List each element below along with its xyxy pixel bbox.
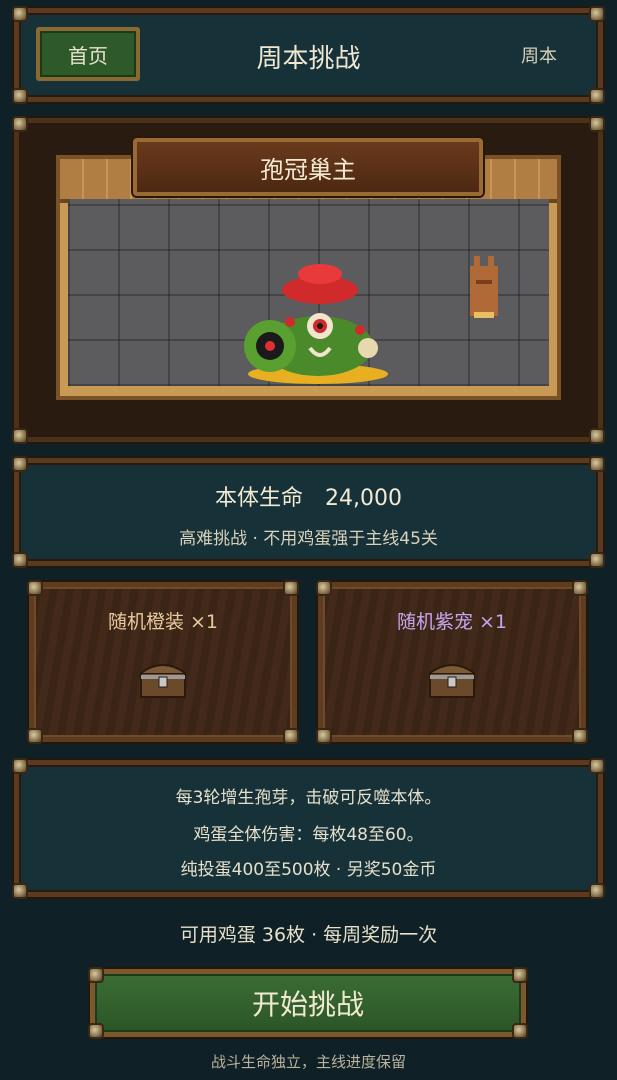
rivet <box>14 760 26 772</box>
info-line: 每3轮增生孢芽，击破可反噬本体。 <box>175 788 442 808</box>
rivet <box>318 730 330 742</box>
rivet <box>591 90 603 102</box>
rivet <box>591 430 603 442</box>
difficulty-subtitle: 高难挑战 · 不用鸡蛋强于主线45关 <box>179 529 438 549</box>
reward-label: 随机紫宠 ×1 <box>396 611 508 633</box>
egg-count-line: 可用鸡蛋 36枚 · 每周奖励一次 <box>179 924 438 946</box>
stats-panel <box>14 458 603 566</box>
rivet <box>14 430 26 442</box>
rivet <box>14 554 26 566</box>
rivet <box>285 582 297 594</box>
rivet <box>591 118 603 130</box>
rivet <box>14 8 26 20</box>
hp-label: 本体生命 <box>215 486 304 511</box>
rivet <box>14 458 26 470</box>
hp-value: 24,000 <box>325 486 402 511</box>
rivet <box>318 582 330 594</box>
reward-label: 随机橙装 ×1 <box>107 611 219 633</box>
rivet <box>591 760 603 772</box>
home-button[interactable]: 首页 <box>36 27 140 81</box>
rivet <box>574 582 586 594</box>
rivet <box>90 969 102 981</box>
hp-line: 本体生命 24,000 <box>0 480 617 512</box>
rivet <box>14 90 26 102</box>
rivet <box>14 118 26 130</box>
rivet <box>29 582 41 594</box>
treasure-chest-icon <box>429 664 475 698</box>
boss-name-banner: 孢冠巢主 <box>133 138 483 196</box>
footnote: 战斗生命独立，主线进度保留 <box>210 1053 406 1071</box>
reward-card-orange[interactable]: 随机橙装 ×1 <box>29 582 297 742</box>
rivet <box>591 458 603 470</box>
rivet <box>591 554 603 566</box>
rivet <box>29 730 41 742</box>
rivet <box>514 969 526 981</box>
rivet <box>591 8 603 20</box>
rivet <box>514 1025 526 1037</box>
page-title: 周本挑战 <box>256 44 361 74</box>
start-challenge-button[interactable]: 开始挑战 <box>90 969 526 1037</box>
rivet <box>574 730 586 742</box>
rivet <box>285 730 297 742</box>
boss-sprite <box>244 264 388 384</box>
info-line: 纯投蛋400至500枚 · 另奖50金币 <box>180 860 437 880</box>
rivet <box>591 885 603 897</box>
minion-sprite <box>470 256 498 318</box>
treasure-chest-icon <box>140 664 186 698</box>
rivet <box>14 885 26 897</box>
rivet <box>90 1025 102 1037</box>
reward-card-purple[interactable]: 随机紫宠 ×1 <box>318 582 586 742</box>
info-line: 鸡蛋全体伤害：每枚48至60。 <box>193 825 424 845</box>
week-label: 周本 <box>521 46 557 67</box>
